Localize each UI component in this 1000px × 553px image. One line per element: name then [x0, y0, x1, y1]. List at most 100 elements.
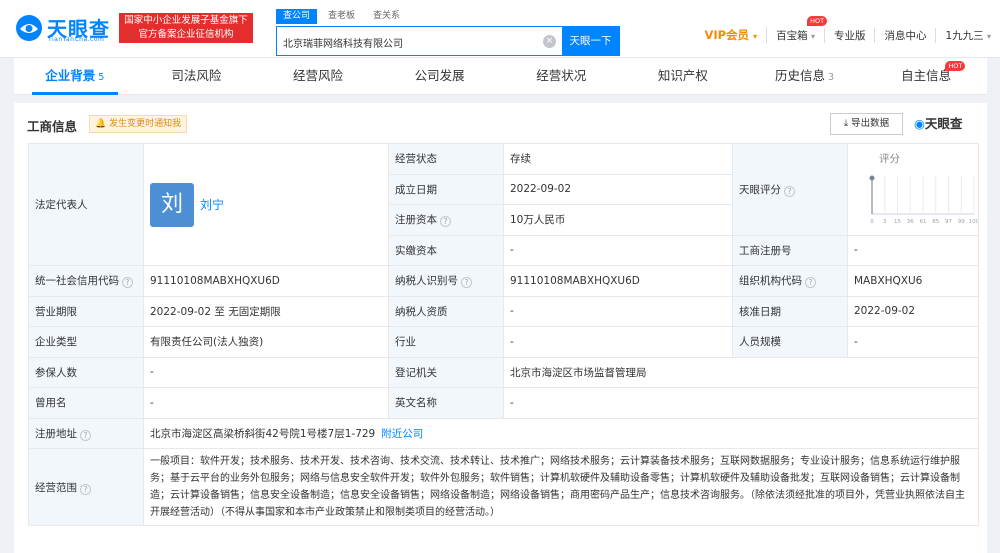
logo[interactable]: 天眼查 TianYanCha.com [14, 11, 114, 45]
address-cell: 北京市海淀区高梁桥斜街42号院1号楼7层1-729 附近公司 [143, 417, 979, 449]
paid-capital-value: - [503, 234, 733, 266]
download-icon: ⤓ [843, 118, 849, 129]
username[interactable]: 1九九三 [945, 30, 983, 42]
score-tick-label: 97 [945, 219, 952, 225]
address-label: 注册地址 [35, 427, 77, 440]
score-tick-label: 15 [894, 219, 901, 225]
credit-code-label: 统一社会信用代码 [35, 275, 119, 288]
credit-code-value: 91110108MABXHQXU6D [143, 265, 389, 297]
tax-qual-value: - [503, 295, 733, 327]
avatar[interactable]: 刘 [150, 182, 194, 227]
tab-label[interactable]: 历史信息 [775, 68, 825, 83]
vip-link[interactable]: VIP会员 ▾ [695, 27, 768, 43]
brand-watermark: ◉天眼查 [914, 113, 962, 132]
notify-label[interactable]: 发生变更时通知我 [109, 119, 181, 129]
org-code-label: 组织机构代码 [739, 275, 802, 288]
search-tabs: 查公司 查老板 查关系 [276, 9, 411, 24]
treasure-box-link[interactable]: 百宝箱 ▾ HOT [767, 15, 828, 43]
score-tick-label: 99 [958, 219, 965, 225]
tab-history[interactable]: 历史信息 3 [744, 58, 866, 94]
help-icon[interactable]: ? [440, 216, 451, 228]
legal-rep-link[interactable]: 刘宁 [200, 198, 224, 212]
export-button[interactable]: ⤓ 导出数据 [830, 113, 903, 135]
promo-line-2: 官方备案企业征信机构 [138, 29, 234, 40]
score-label: 天眼评分 [739, 183, 781, 196]
term-value: 2022-09-02 至 无固定期限 [143, 295, 389, 327]
logo-domain: TianYanCha.com [48, 36, 105, 43]
tab-label[interactable]: 知识产权 [658, 68, 708, 83]
former-name-value: - [143, 387, 389, 419]
help-icon[interactable]: ? [80, 483, 91, 495]
tab-legal-risk[interactable]: 司法风险 [136, 58, 258, 94]
pro-link[interactable]: 专业版 [825, 27, 876, 43]
tax-id-label-cell: 纳税人识别号? [388, 265, 504, 297]
vip-label[interactable]: VIP会员 [704, 28, 749, 42]
legal-rep-cell: 刘刘宁 [143, 143, 389, 266]
address-value: 北京市海淀区高梁桥斜街42号院1号楼7层1-729 [150, 427, 376, 440]
help-icon[interactable]: ? [80, 429, 91, 441]
eye-icon: ◉ [914, 116, 925, 131]
help-icon[interactable]: ? [461, 277, 472, 289]
approve-date-label: 核准日期 [732, 295, 848, 327]
scope-label: 经营范围 [35, 481, 77, 494]
tax-qual-label: 纳税人资质 [388, 295, 504, 327]
top-nav: VIP会员 ▾ 百宝箱 ▾ HOT 专业版 消息中心 1九九三 ▾ [695, 15, 1000, 43]
table-row: 经营范围? 一般项目：软件开发；技术服务、技术开发、技术咨询、技术交流、技术转让… [28, 448, 979, 526]
nearby-companies-link[interactable]: 附近公司 [381, 428, 423, 440]
export-label[interactable]: 导出数据 [851, 118, 889, 129]
search-input[interactable]: 北京瑞菲网络科技有限公司 × 天眼一下 [276, 26, 620, 56]
industry-label: 行业 [388, 326, 504, 358]
tab-label[interactable]: 自主信息 [901, 68, 951, 83]
scope-label-cell: 经营范围? [28, 448, 144, 526]
english-name-value: - [503, 387, 979, 419]
hot-badge: HOT [807, 15, 828, 26]
tab-label[interactable]: 经营风险 [293, 68, 343, 83]
table-row: 曾用名 - 英文名称 - [28, 387, 979, 419]
staff-size-label: 人员规模 [732, 326, 848, 358]
info-table: 法定代表人 刘刘宁 经营状态 存续 天眼评分? 成立日期 2022-09-02 … [28, 143, 979, 526]
org-code-label-cell: 组织机构代码? [732, 265, 848, 297]
company-type-value: 有限责任公司(法人独资) [143, 326, 389, 358]
help-icon[interactable]: ? [805, 277, 816, 289]
treasure-box-label[interactable]: 百宝箱 [776, 30, 808, 42]
tab-ip[interactable]: 知识产权 [622, 58, 744, 94]
search-tab-company[interactable]: 查公司 [276, 9, 318, 24]
tab-label[interactable]: 企业背景 [45, 68, 95, 83]
help-icon[interactable]: ? [122, 277, 133, 289]
category-tabs: 企业背景 5 司法风险 经营风险 公司发展 经营状况 知识产权 历史信息 3 自主信… [14, 58, 987, 95]
tab-label[interactable]: 经营状况 [536, 68, 586, 83]
found-date-value: 2022-09-02 [503, 173, 733, 205]
org-code-value: MABXHQXU6 [847, 265, 979, 297]
section-title: 工商信息 [27, 119, 78, 134]
table-row: 注册地址? 北京市海淀区高梁桥斜街42号院1号楼7层1-729 附近公司 [28, 417, 979, 449]
score-tick-label: 100 [969, 219, 978, 225]
tianyancha-logo-icon [16, 15, 42, 41]
reg-no-value: - [847, 234, 979, 266]
user-menu[interactable]: 1九九三 ▾ [936, 28, 1000, 43]
message-center-link[interactable]: 消息中心 [875, 27, 937, 43]
tab-business-risk[interactable]: 经营风险 [257, 58, 379, 94]
found-date-label: 成立日期 [388, 173, 504, 205]
tab-label[interactable]: 公司发展 [415, 68, 465, 83]
authority-label: 登记机关 [388, 356, 504, 388]
search-tab-relation[interactable]: 查关系 [366, 9, 407, 24]
staff-size-value: - [847, 326, 979, 358]
table-row: 营业期限 2022-09-02 至 无固定期限 纳税人资质 - 核准日期 202… [28, 295, 979, 327]
tab-background[interactable]: 企业背景 5 [14, 58, 136, 95]
tab-operations[interactable]: 经营状况 [501, 58, 623, 94]
score-tick-label: 85 [932, 219, 939, 225]
clear-icon[interactable]: × [543, 35, 556, 48]
search-tab-boss[interactable]: 查老板 [321, 9, 362, 24]
tab-label[interactable]: 司法风险 [171, 68, 221, 83]
search-button[interactable]: 天眼一下 [562, 27, 619, 55]
chevron-down-icon: ▾ [753, 32, 758, 41]
search-input-value[interactable]: 北京瑞菲网络科技有限公司 [283, 35, 403, 50]
capital-label-cell: 注册资本? [388, 204, 504, 236]
search-area: 查公司 查老板 查关系 北京瑞菲网络科技有限公司 × 天眼一下 [276, 9, 620, 56]
tab-self-info[interactable]: 自主信息 HOT [865, 58, 987, 94]
insured-label: 参保人数 [28, 356, 144, 388]
notify-button[interactable]: 🔔 发生变更时通知我 [89, 115, 188, 133]
status-label: 经营状态 [388, 143, 504, 175]
tab-development[interactable]: 公司发展 [379, 58, 501, 94]
help-icon[interactable]: ? [784, 185, 795, 197]
